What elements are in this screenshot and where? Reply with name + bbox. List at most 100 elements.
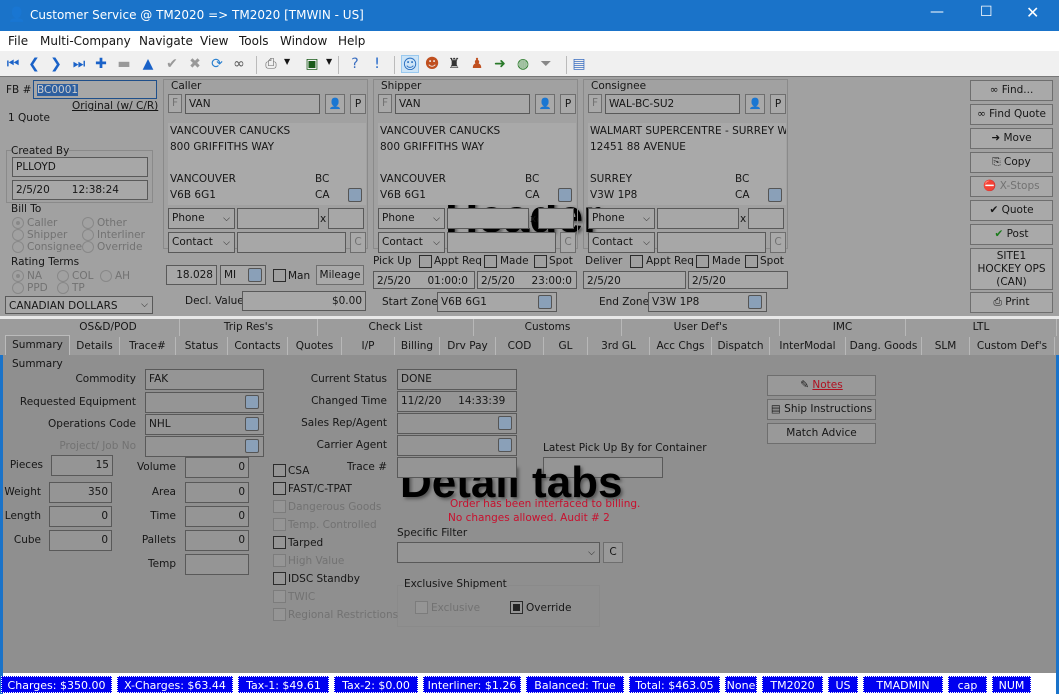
remove-icon[interactable]: ▬ [115, 55, 133, 73]
lookup-icon[interactable] [538, 295, 552, 309]
consignee-contact-clear-button[interactable]: C [770, 232, 786, 253]
up-icon[interactable]: ▲ [139, 55, 157, 73]
binoculars-icon[interactable]: ∞ [230, 55, 248, 73]
changed_time-input[interactable]: 11/2/20 14:33:39 [397, 391, 517, 412]
lookup-icon[interactable] [498, 438, 512, 452]
rating-terms-radio-col[interactable] [57, 270, 69, 282]
deliver-from-date[interactable]: 2/5/20 [583, 271, 686, 289]
tab-3rd-gl[interactable]: 3rd GL [588, 337, 650, 355]
tab-os-d-pod[interactable]: OS&D/POD [37, 319, 180, 336]
tab-intermodal[interactable]: InterModal [770, 337, 846, 355]
pickup-appt-req-checkbox[interactable] [419, 255, 432, 268]
tab-custom-def-s[interactable]: Custom Def's [970, 337, 1055, 355]
consignee-contact-person-icon[interactable]: 👤 [745, 94, 765, 114]
info-icon[interactable]: ! [368, 55, 386, 73]
consignee-f-button[interactable]: F [588, 94, 602, 113]
driver-icon[interactable]: ♜ [445, 55, 463, 73]
dispatch-icon[interactable]: ☻ [423, 55, 441, 73]
side-button-post[interactable]: ✔ Post [970, 224, 1053, 245]
fb-number-input[interactable]: BC0001 [33, 80, 157, 99]
menu-help[interactable]: Help [338, 34, 365, 48]
tab-slm[interactable]: SLM [922, 337, 970, 355]
consignee-code-input[interactable]: WAL-BC-SU2 [605, 94, 740, 114]
consignee-ext-input[interactable] [748, 208, 784, 229]
length-input[interactable]: 0 [49, 506, 112, 527]
lookup-icon[interactable] [245, 395, 259, 409]
exclusive-checkbox[interactable] [415, 601, 428, 614]
bill-to-radio-caller[interactable] [12, 217, 24, 229]
tab-ltl[interactable]: LTL [906, 319, 1057, 336]
add-icon[interactable]: ✚ [92, 55, 110, 73]
menu-tools[interactable]: Tools [239, 34, 269, 48]
shipper-phone-input[interactable] [447, 208, 529, 229]
consignee-phone-input[interactable] [657, 208, 739, 229]
maximize-button[interactable]: ☐ [980, 4, 993, 20]
shipper-contact-input[interactable] [447, 232, 556, 253]
bill-to-radio-consignee[interactable] [12, 241, 24, 253]
side-button-move[interactable]: ➜ Move [970, 128, 1053, 149]
checkbox-fast-c-tpat[interactable] [273, 482, 286, 495]
first-record-icon[interactable]: ⏮ [4, 55, 22, 73]
sales_rep-input[interactable] [397, 413, 517, 434]
pieces-input[interactable]: 15 [51, 455, 113, 476]
caller-address-lookup-icon[interactable] [348, 188, 362, 202]
dropdown-arrow-icon[interactable]: ▼ [284, 57, 290, 66]
specific-filter-select[interactable]: ⌵ [397, 542, 600, 563]
tab-trace[interactable]: Trace# [120, 337, 176, 355]
tab-trip-res-s[interactable]: Trip Res's [180, 319, 318, 336]
close-button[interactable]: ✕ [1026, 3, 1039, 22]
consignee-contact-input[interactable] [657, 232, 766, 253]
deliver-appt-req-checkbox[interactable] [630, 255, 643, 268]
caller-contact-clear-button[interactable]: C [350, 232, 366, 253]
mileage-input[interactable]: 18.028 [166, 265, 217, 285]
next-record-icon[interactable]: ❯ [47, 55, 65, 73]
created-by-input[interactable]: PLLOYD [12, 157, 148, 177]
route-icon[interactable]: ➜ [491, 55, 509, 73]
menu-window[interactable]: Window [280, 34, 327, 48]
weight-input[interactable]: 350 [49, 482, 112, 503]
side-button-print[interactable]: ⎙ Print [970, 292, 1053, 313]
tab-dispatch[interactable]: Dispatch [712, 337, 770, 355]
shipper-p-button[interactable]: P [560, 94, 576, 114]
rating-terms-radio-na[interactable] [12, 270, 24, 282]
original-link[interactable]: Original (w/ C/R) [72, 100, 158, 112]
lookup-icon[interactable] [498, 416, 512, 430]
lookup-icon[interactable] [748, 295, 762, 309]
rating-terms-radio-tp[interactable] [57, 282, 69, 294]
caller-p-button[interactable]: P [350, 94, 366, 114]
tab-customs[interactable]: Customs [474, 319, 622, 336]
side-button-copy[interactable]: ⎘ Copy [970, 152, 1053, 173]
agent-icon[interactable]: ♟ [468, 55, 486, 73]
decl-value-input[interactable]: $0.00 [242, 291, 366, 311]
cancel-icon[interactable]: ✖ [186, 55, 204, 73]
temp-input[interactable] [185, 554, 249, 575]
shipper-phone-type-select[interactable]: Phone ⌵ [378, 208, 445, 229]
lookup-icon[interactable] [248, 268, 262, 282]
shipper-code-input[interactable]: VAN [395, 94, 530, 114]
tab-status[interactable]: Status [176, 337, 228, 355]
rating-terms-radio-ppd[interactable] [12, 282, 24, 294]
tab-quotes[interactable]: Quotes [288, 337, 342, 355]
menu-view[interactable]: View [200, 34, 228, 48]
checkbox-tarped[interactable] [273, 536, 286, 549]
man-checkbox[interactable] [273, 269, 286, 282]
commodity-input[interactable]: FAK [145, 369, 264, 390]
tab-dang-goods[interactable]: Dang. Goods [846, 337, 922, 355]
ops_code-input[interactable]: NHL [145, 414, 264, 435]
deliver-to-date[interactable]: 2/5/20 [688, 271, 788, 289]
menu-multi-company[interactable]: Multi-Company [40, 34, 131, 48]
carrier_agent-input[interactable] [397, 435, 517, 456]
override-checkbox[interactable] [510, 601, 523, 614]
tab-billing[interactable]: Billing [395, 337, 440, 355]
previous-record-icon[interactable]: ❮ [25, 55, 43, 73]
consignee-phone-type-select[interactable]: Phone ⌵ [588, 208, 655, 229]
tab-i-p[interactable]: I/P [342, 337, 395, 355]
caller-phone-type-select[interactable]: Phone ⌵ [168, 208, 235, 229]
dropdown-arrow-icon[interactable]: ▼ [326, 57, 332, 66]
current_status-input[interactable]: DONE [397, 369, 517, 390]
accept-icon[interactable]: ✔ [163, 55, 181, 73]
mileage-button[interactable]: Mileage [316, 265, 364, 285]
menu-file[interactable]: File [8, 34, 28, 48]
pickup-spot-checkbox[interactable] [534, 255, 547, 268]
globe-icon[interactable]: ◍ [514, 55, 532, 73]
